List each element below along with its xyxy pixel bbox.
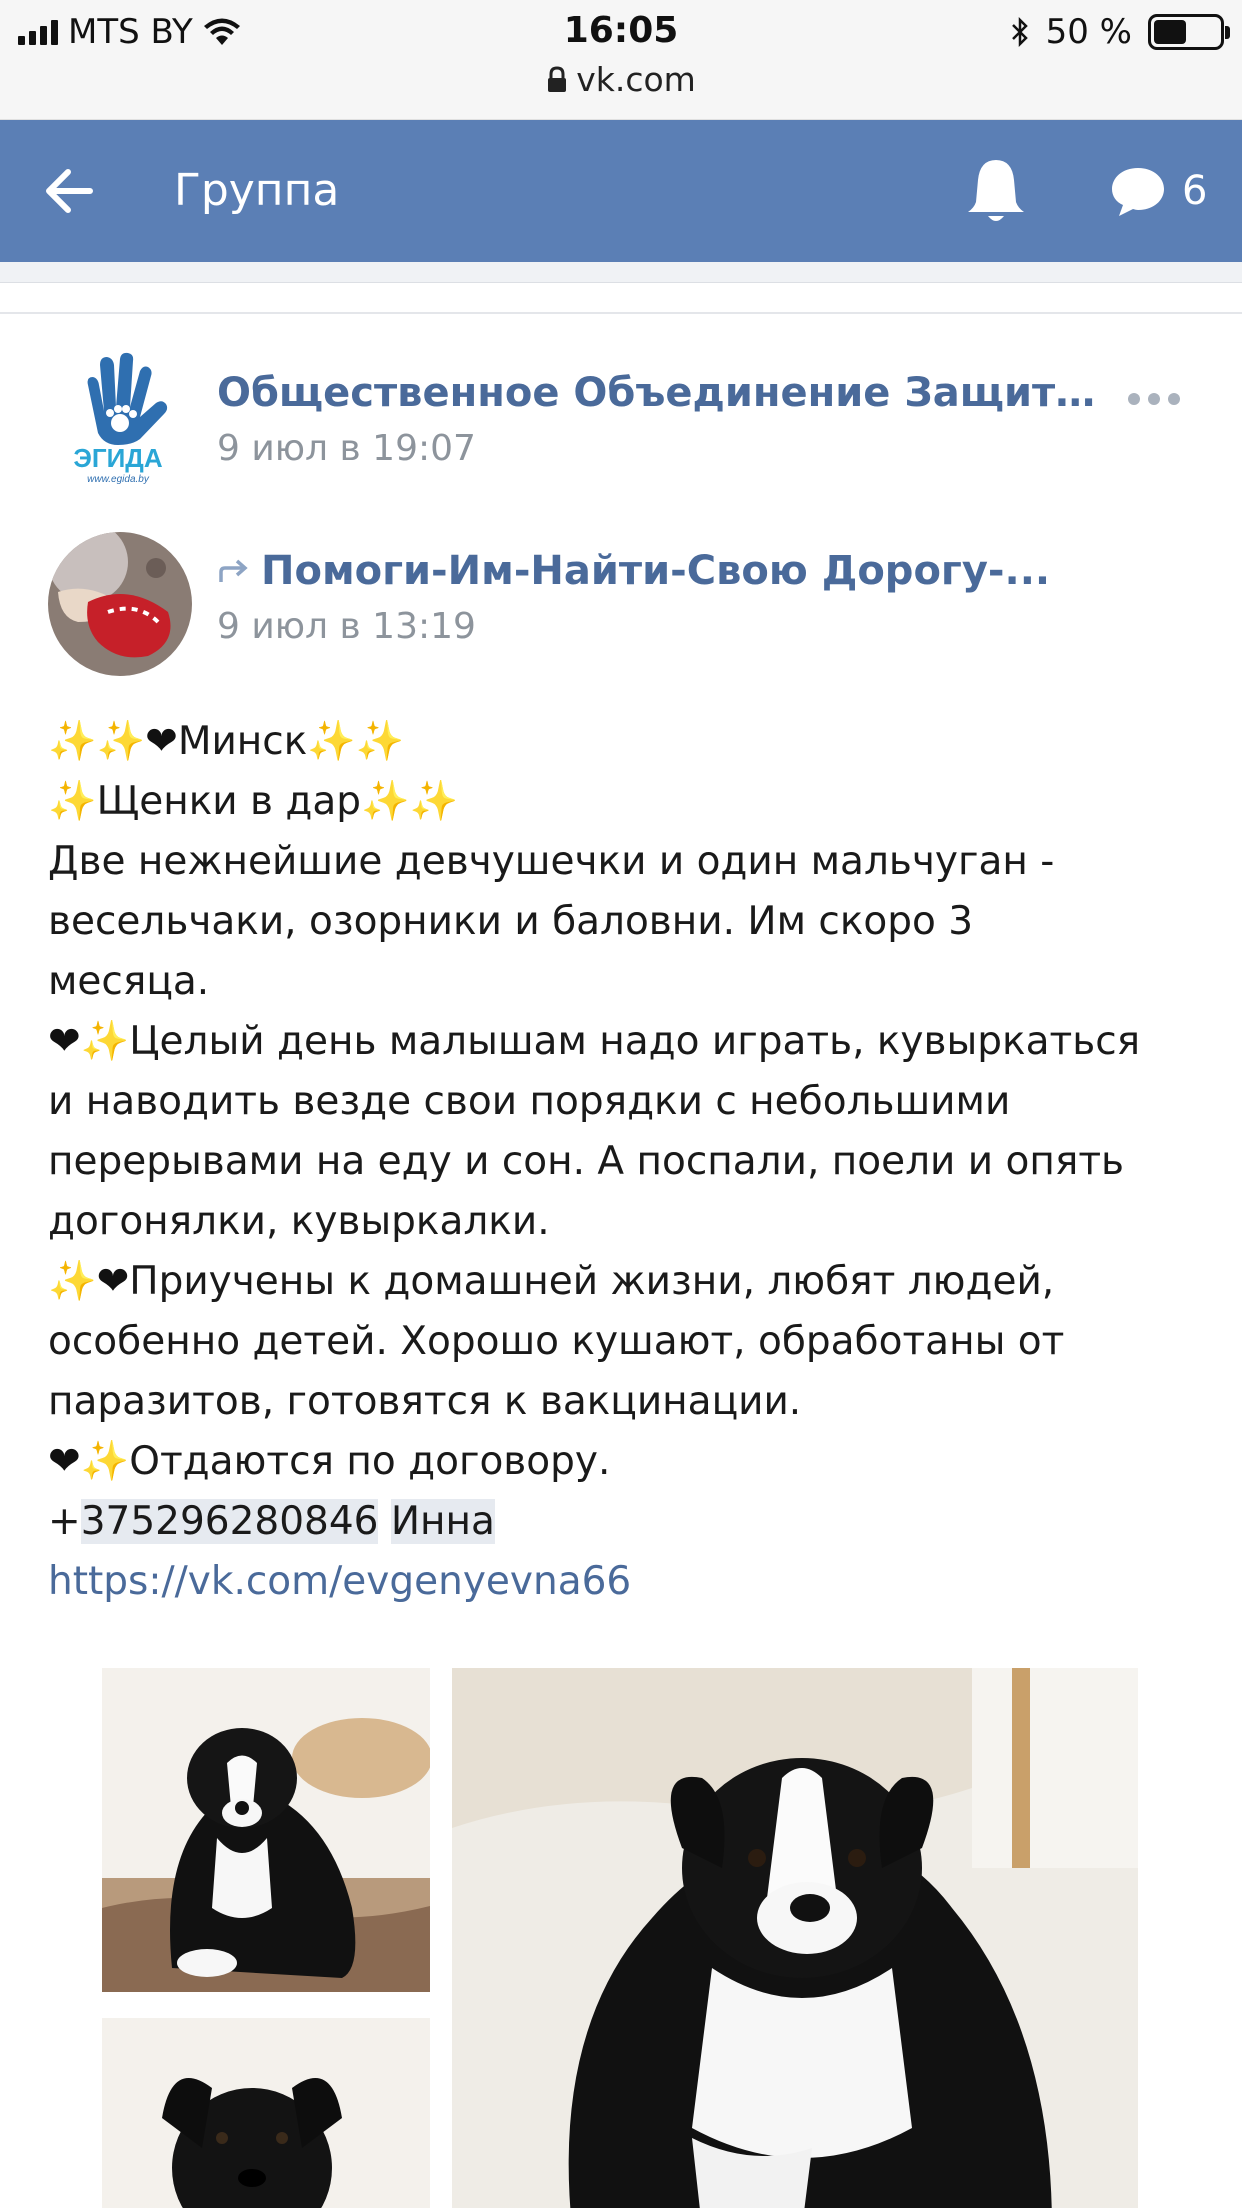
sparkles-emoji: ✨ bbox=[80, 1019, 130, 1064]
battery-icon bbox=[1148, 14, 1230, 50]
puppy-photo-2[interactable] bbox=[102, 2018, 430, 2208]
text-line: ✨✨❤Минск✨✨ bbox=[48, 712, 1208, 772]
puppy-photo-2-image bbox=[102, 2018, 430, 2208]
text-line: весельчаки, озорники и баловни. Им скоро… bbox=[48, 899, 974, 944]
sparkles-emoji: ✨✨ bbox=[307, 719, 405, 764]
repost-avatar[interactable] bbox=[48, 532, 192, 676]
group-name-link[interactable]: Общественное Объединение Защит... bbox=[217, 370, 1097, 416]
address-bar[interactable]: vk.com bbox=[0, 60, 1242, 99]
back-button[interactable] bbox=[38, 158, 108, 224]
battery-percent: 50 % bbox=[1045, 12, 1132, 52]
group-logo-url: www.egida.by bbox=[87, 474, 150, 485]
phone-prefix: + bbox=[48, 1499, 81, 1544]
repost-source-link[interactable]: Помоги-Им-Найти-Свою Дорогу-... bbox=[217, 548, 1097, 594]
post-card-border bbox=[0, 312, 1242, 314]
group-logo-text: ЭГИДА bbox=[73, 443, 162, 473]
text-line-content: Минск bbox=[177, 719, 308, 764]
lock-icon bbox=[548, 66, 567, 92]
arrow-left-icon bbox=[46, 169, 93, 213]
group-avatar[interactable]: ЭГИДА www.egida.by bbox=[48, 345, 188, 485]
black-heart-emoji: ❤ bbox=[48, 1019, 81, 1064]
text-line: месяца. bbox=[48, 959, 210, 1004]
battery-fill bbox=[1154, 20, 1186, 44]
text-line: ✨Щенки в дар✨✨ bbox=[48, 772, 1208, 832]
text-line-content: Приучены к домашней жизни, любят людей, bbox=[129, 1259, 1055, 1304]
text-line-content: Щенки в дар bbox=[96, 779, 362, 824]
post-text: ✨✨❤Минск✨✨ ✨Щенки в дар✨✨ Две нежнейшие … bbox=[48, 712, 1208, 1612]
messages-button[interactable]: 6 bbox=[1108, 154, 1228, 228]
sparkles-emoji: ✨✨ bbox=[361, 779, 459, 824]
app-header: Группа 6 bbox=[0, 120, 1242, 262]
chat-bubble-icon bbox=[1112, 168, 1164, 216]
black-heart-emoji: ❤ bbox=[145, 719, 178, 764]
puppy-photo-main-image bbox=[452, 1668, 1138, 2208]
repost-avatar-photo bbox=[48, 532, 192, 676]
text-line: перерывами на еду и сон. А поспали, поел… bbox=[48, 1139, 1125, 1184]
post-date[interactable]: 9 июл в 19:07 bbox=[217, 428, 476, 469]
phone-number[interactable]: 375296280846 bbox=[80, 1499, 379, 1544]
text-line: и наводить везде свои порядки с небольши… bbox=[48, 1079, 1011, 1124]
bell-icon bbox=[968, 160, 1024, 221]
status-bar: MTS BY 16:05 vk.com 50 % bbox=[0, 0, 1242, 120]
url-text: vk.com bbox=[576, 60, 696, 99]
text-line: особенно детей. Хорошо кушают, обработан… bbox=[48, 1319, 1065, 1364]
text-line: паразитов, готовятся к вакцинации. bbox=[48, 1379, 802, 1424]
puppy-photo-1-image bbox=[102, 1668, 430, 1992]
notifications-button[interactable] bbox=[962, 154, 1030, 228]
profile-link[interactable]: https://vk.com/evgenyevna66 bbox=[48, 1552, 1208, 1612]
feed-separator bbox=[0, 262, 1242, 315]
repost-source-name: Помоги-Им-Найти-Свою Дорогу-... bbox=[261, 548, 1051, 594]
sparkles-emoji: ✨ bbox=[48, 779, 97, 824]
repost-arrow-icon bbox=[219, 559, 248, 582]
repost-date[interactable]: 9 июл в 13:19 bbox=[217, 606, 476, 647]
contact-line: +375296280846 Инна bbox=[48, 1492, 1208, 1552]
bluetooth-icon bbox=[1011, 16, 1028, 48]
text-line: ❤✨Целый день малышам надо играть, кувырк… bbox=[48, 1012, 1208, 1072]
messages-count: 6 bbox=[1182, 168, 1208, 214]
sparkles-emoji: ✨ bbox=[80, 1439, 130, 1484]
photo-grid bbox=[0, 1668, 1242, 2208]
text-line: догонялки, кувыркалки. bbox=[48, 1199, 550, 1244]
black-heart-emoji: ❤ bbox=[48, 1439, 81, 1484]
text-line-content: Отдаются по договору. bbox=[129, 1439, 611, 1484]
text-line: ✨❤Приучены к домашней жизни, любят людей… bbox=[48, 1252, 1208, 1312]
sparkles-emoji: ✨✨ bbox=[48, 719, 146, 764]
puppy-photo-1[interactable] bbox=[102, 1668, 430, 1992]
more-dots-icon[interactable] bbox=[1128, 384, 1188, 414]
text-line: Две нежнейшие девчушечки и один мальчуга… bbox=[48, 839, 1055, 884]
puppy-photo-main[interactable] bbox=[452, 1668, 1138, 2208]
black-heart-emoji: ❤ bbox=[96, 1259, 130, 1304]
sparkles-emoji: ✨ bbox=[48, 1259, 97, 1304]
egida-hand-logo: ЭГИДА www.egida.by bbox=[73, 352, 168, 485]
contact-name: Инна bbox=[390, 1499, 495, 1544]
page-title: Группа bbox=[174, 165, 340, 216]
text-line-content: Целый день малышам надо играть, кувыркат… bbox=[129, 1019, 1141, 1064]
system-indicators: 50 % bbox=[1010, 10, 1230, 54]
text-line: ❤✨Отдаются по договору. bbox=[48, 1432, 1208, 1492]
